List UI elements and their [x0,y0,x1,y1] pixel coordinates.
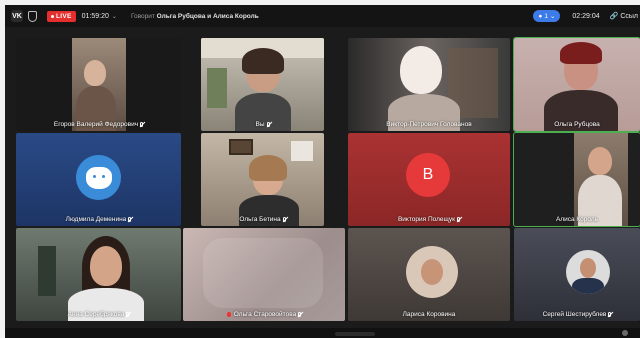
avatar [406,246,458,298]
mic-off-icon [298,312,302,317]
participant-tile[interactable]: Лариса Коровина [348,228,510,321]
avatar [566,250,610,294]
bottom-toolbar [5,328,640,338]
speaking-prefix: Говорит [130,12,155,20]
participant-tile[interactable]: Сергей Шестирублев [514,228,640,321]
clock: 02:29:04 [572,12,600,20]
call-timer: 01:59:20 [81,12,109,20]
mic-muted-icon [226,312,231,317]
vk-logo-icon: VK [11,10,23,22]
mic-off-icon [128,217,132,222]
participant-name: Виктория Полещук [348,216,510,223]
participant-count-badge[interactable]: ● 1 ⌄ [533,10,561,22]
participant-tile[interactable]: Виктор-Петрович Голованов [348,38,510,131]
mic-off-icon [266,122,270,127]
participant-name: Ольга Бетина [201,216,324,223]
participant-tile[interactable]: Людмила Деменина [16,133,181,226]
participant-name: Ольга Рубцова [554,121,600,128]
chevron-down-icon: ⌄ [549,13,556,20]
participant-name: Людмила Деменина [16,216,181,223]
participant-tile-active[interactable]: Алиса Король [513,132,640,227]
top-bar: VK LIVE 01:59:20 ⌄ Говорит Ольга Рубцова… [5,5,640,27]
mic-off-icon [457,217,461,222]
participant-name: Алиса Король [555,216,599,223]
participant-name: Ольга Старовойтова [183,311,345,318]
participant-tile[interactable]: В Виктория Полещук [348,133,510,226]
participant-tile[interactable]: Ольга Бетина [201,133,324,226]
participant-tile[interactable]: Анна Серебрякова [16,228,181,321]
participant-name: Егоров Валерий Федорович [16,121,181,128]
avatar: В [406,153,450,197]
settings-icon[interactable] [622,330,628,336]
participant-tile-active[interactable]: Ольга Рубцова [513,37,640,132]
shield-icon[interactable] [28,10,37,22]
participant-name: Анна Серебрякова [16,311,181,318]
speaking-indicator: Говорит Ольга Рубцова и Алиса Король [131,13,259,20]
participant-tile[interactable]: Вы [201,38,324,131]
participant-tile[interactable]: Егоров Валерий Федорович [16,38,181,131]
live-dot-icon [51,14,54,18]
avatar [76,155,121,200]
participant-name: Вы [201,121,324,128]
chevron-down-icon[interactable]: ⌄ [112,13,117,20]
mic-off-icon [608,312,612,317]
mic-off-icon [140,122,144,127]
participant-name: Сергей Шестирублев [514,311,640,318]
link-icon: 🔗 [609,13,619,20]
participant-name: Лариса Коровина [402,311,456,318]
copy-link-button[interactable]: 🔗 Ссыл [610,12,638,20]
participant-tile[interactable]: Ольга Старовойтова [183,228,345,321]
video-call-window: VK LIVE 01:59:20 ⌄ Говорит Ольга Рубцова… [5,5,640,338]
mic-off-icon [282,217,286,222]
live-label: LIVE [56,12,72,20]
participant-count: 1 [544,12,548,20]
live-badge[interactable]: LIVE [47,10,76,22]
link-label: Ссыл [620,13,638,20]
speaking-names: Ольга Рубцова и Алиса Король [156,12,259,20]
participant-name: Виктор-Петрович Голованов [386,121,472,128]
mic-off-icon [126,312,130,317]
person-icon: ● [538,12,543,20]
toolbar-handle[interactable] [335,332,375,336]
